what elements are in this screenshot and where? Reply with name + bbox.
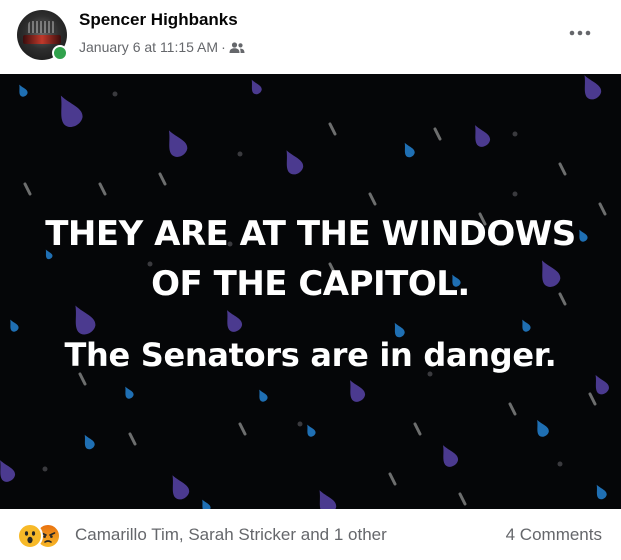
rain-dot [42, 466, 48, 472]
more-options-button[interactable] [565, 21, 595, 45]
rain-streak [328, 122, 337, 136]
wow-emoji-icon [17, 523, 43, 549]
reaction-icons[interactable] [17, 523, 67, 549]
raindrop [84, 434, 95, 450]
raindrop [443, 445, 459, 467]
avatar-grill-graphic [28, 21, 56, 33]
rain-streak [413, 422, 422, 436]
raindrop [227, 310, 243, 332]
raindrop [404, 142, 415, 158]
rain-streak [558, 162, 567, 176]
raindrop [168, 130, 188, 157]
raindrop [595, 374, 609, 395]
rain-streak [598, 202, 607, 216]
author-name[interactable]: Spencer Highbanks [79, 10, 238, 30]
raindrop [172, 475, 190, 500]
image-text-line-3: The Senators are in danger. [64, 336, 557, 374]
post-footer: Camarillo Tim, Sarah Stricker and 1 othe… [0, 509, 621, 560]
raindrop [475, 125, 491, 147]
raindrop [10, 319, 19, 332]
raindrop [596, 484, 607, 500]
rain-dot [297, 421, 303, 427]
post-timestamp[interactable]: January 6 at 11:15 AM [79, 39, 218, 55]
raindrop [259, 389, 268, 402]
rain-streak [158, 172, 167, 186]
raindrop [286, 150, 304, 175]
raindrop [307, 424, 316, 437]
raindrop [125, 386, 134, 399]
raindrop [0, 460, 16, 482]
raindrop [319, 490, 337, 509]
image-text-line-1: THEY ARE AT THE WINDOWS [45, 214, 576, 254]
rain-dot [512, 191, 518, 197]
raindrop [19, 84, 28, 97]
raindrop [202, 499, 211, 509]
post-header: Spencer Highbanks January 6 at 11:15 AM … [0, 0, 621, 74]
rain-streak [368, 192, 377, 206]
image-text-line-2: OF THE CAPITOL. [151, 264, 470, 304]
rain-streak [78, 372, 87, 386]
rain-streak [238, 422, 247, 436]
raindrop [60, 95, 83, 127]
rain-dot [237, 151, 243, 157]
raindrop [522, 319, 531, 332]
post-meta: January 6 at 11:15 AM · [79, 39, 245, 55]
raindrop [537, 419, 549, 437]
meta-separator: · [221, 39, 226, 55]
avatar-bar-graphic [23, 35, 61, 44]
online-status-dot [52, 45, 68, 61]
rain-dot [557, 461, 563, 467]
raindrop [584, 75, 602, 100]
reactors-text[interactable]: Camarillo Tim, Sarah Stricker and 1 othe… [75, 525, 387, 545]
rain-streak [23, 182, 32, 196]
raindrop [75, 305, 96, 335]
rain-streak [98, 182, 107, 196]
post-image[interactable]: THEY ARE AT THE WINDOWS OF THE CAPITOL. … [0, 74, 621, 509]
rain-streak [388, 472, 397, 486]
rain-streak [588, 392, 597, 406]
rain-streak [128, 432, 137, 446]
comments-count-link[interactable]: 4 Comments [506, 525, 602, 545]
rain-streak [508, 402, 517, 416]
rain-streak [433, 127, 442, 141]
raindrop [350, 380, 366, 402]
friends-icon[interactable] [229, 41, 245, 53]
more-dots-icon [569, 30, 591, 36]
raindrop [251, 79, 262, 95]
rain-dot [112, 91, 118, 97]
rain-dot [512, 131, 518, 137]
rain-streak [458, 492, 467, 506]
